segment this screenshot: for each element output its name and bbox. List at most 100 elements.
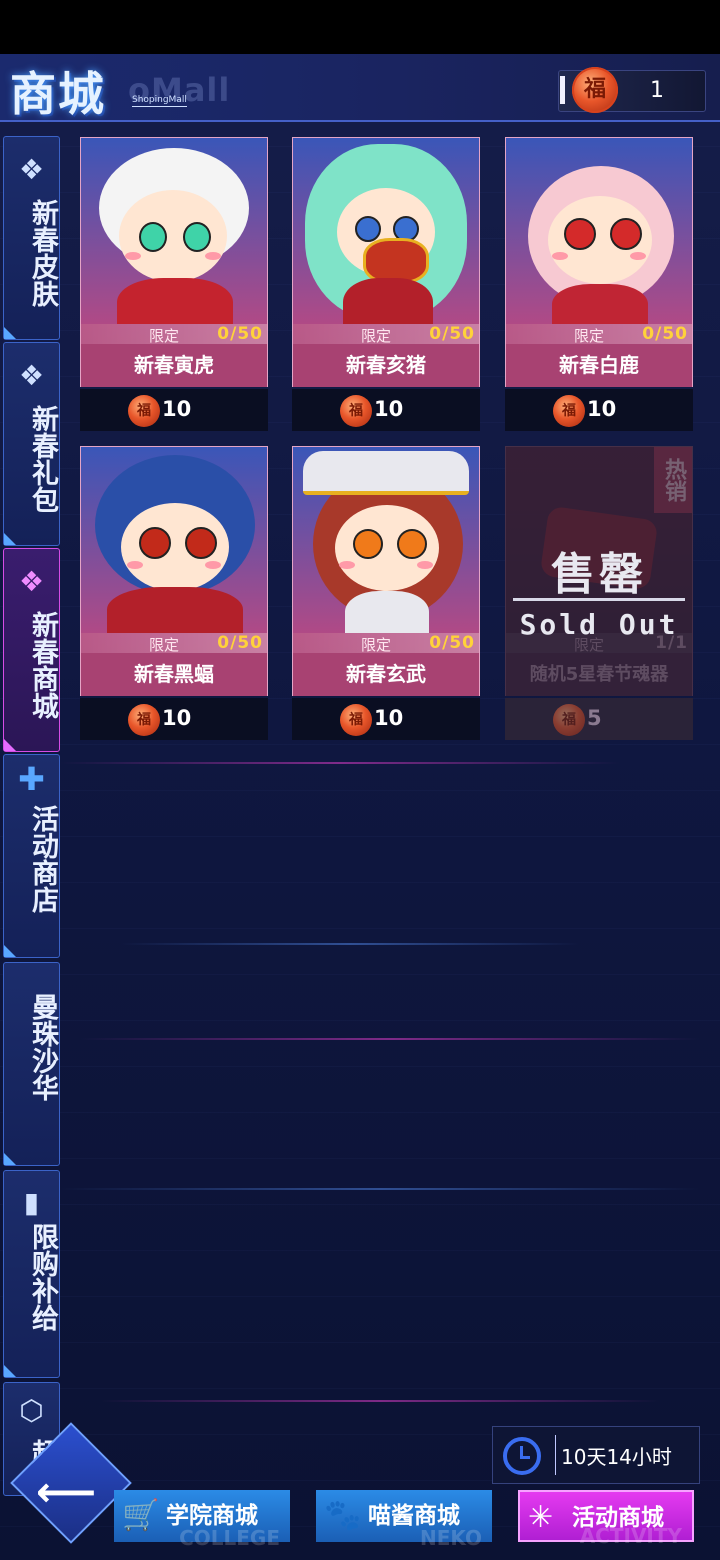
nav-label-en: ACTIVITY	[579, 1524, 682, 1548]
shop-item-card[interactable]: 限定 0/50 新春亥猪 10	[292, 137, 480, 431]
limit-bar: 限定 0/50	[506, 324, 692, 345]
bg-streak	[120, 943, 580, 945]
activity-icon: ✳	[528, 1500, 554, 1535]
character-portrait	[293, 447, 479, 633]
timer-text: 10天14小时	[561, 1445, 672, 1469]
sold-out-label-en: Sold Out	[519, 608, 679, 641]
limit-count: 0/50	[429, 324, 475, 344]
limit-bar: 限定 0/50	[293, 324, 479, 345]
plus-icon: ✚	[18, 760, 45, 798]
chinese-knot-icon: ❖	[18, 359, 45, 392]
character-portrait	[81, 138, 267, 324]
price-value: 5	[587, 706, 602, 730]
currency-bar	[560, 76, 565, 104]
limit-label: 限定	[149, 636, 180, 654]
currency-amount: 1	[650, 78, 664, 103]
tab-label: 新春皮肤	[27, 199, 58, 307]
item-name: 新春亥猪	[293, 344, 479, 387]
timer-divider	[555, 1435, 556, 1475]
sold-out-label: 售罄	[551, 549, 647, 600]
helmet	[303, 451, 469, 495]
character-portrait	[506, 138, 692, 324]
price-tag: 10	[505, 389, 693, 431]
page-title: 商城	[10, 67, 106, 121]
fu-coin-icon	[128, 395, 160, 427]
cart-icon: 🛒	[122, 1498, 160, 1533]
item-name: 新春寅虎	[81, 344, 267, 387]
fu-coin-icon	[553, 395, 585, 427]
limit-bar: 限定 0/50	[81, 324, 267, 345]
tab-label: 新春礼包	[27, 405, 58, 513]
shop-item-card[interactable]: 限定 0/50 新春白鹿 10	[505, 137, 693, 431]
paw-icon: 🐾	[324, 1498, 362, 1533]
character-portrait	[293, 138, 479, 324]
limit-count: 0/50	[217, 633, 263, 653]
shop-item-card[interactable]: 限定 0/50 新春玄武 10	[292, 446, 480, 740]
price-tag: 10	[80, 389, 268, 431]
price-tag: 5	[505, 698, 693, 740]
bg-streak	[60, 762, 620, 764]
fu-coin-icon	[553, 704, 585, 736]
price-tag: 10	[292, 698, 480, 740]
tab-label: 活动商店	[27, 805, 58, 913]
bg-streak	[60, 1188, 700, 1190]
tab-limited-supply[interactable]: ▮ 限购补给	[3, 1170, 60, 1378]
limit-count: 0/50	[217, 324, 263, 344]
price-tag: 10	[292, 389, 480, 431]
price-tag: 10	[80, 698, 268, 740]
price-value: 10	[374, 397, 404, 421]
tab-manjusaka[interactable]: 曼珠沙华	[3, 962, 60, 1166]
item-name: 新春玄武	[293, 653, 479, 696]
limit-label: 限定	[149, 327, 180, 345]
tab-corner	[4, 945, 16, 957]
tab-corner	[4, 1153, 16, 1165]
fu-coin-icon	[128, 704, 160, 736]
limit-label: 限定	[361, 327, 392, 345]
fu-coin-icon	[340, 704, 372, 736]
fu-coin-icon	[340, 395, 372, 427]
nav-college-shop[interactable]: 🛒 学院商城 COLLEGE	[114, 1490, 290, 1548]
tab-label: 限购补给	[27, 1223, 58, 1331]
tab-new-year-skins[interactable]: ❖ 新春皮肤	[3, 136, 60, 340]
chinese-knot-icon: ❖	[18, 153, 45, 186]
tab-label: 新春商城	[27, 611, 58, 719]
bg-streak	[100, 1400, 660, 1402]
sold-out-divider	[513, 598, 685, 601]
battery-icon: ▮	[23, 1186, 40, 1219]
nav-activity-shop[interactable]: ✳ 活动商城 ACTIVITY	[518, 1490, 694, 1546]
arrow-left-icon: ⟵	[36, 1467, 97, 1516]
nav-label-en: COLLEGE	[179, 1526, 280, 1550]
clock-icon	[503, 1437, 541, 1475]
chinese-knot-icon: ❖	[18, 565, 45, 598]
nav-label-en: NEKO	[419, 1526, 482, 1550]
tab-new-year-gift[interactable]: ❖ 新春礼包	[3, 342, 60, 546]
bg-streak	[80, 1038, 700, 1040]
nav-neko-shop[interactable]: 🐾 喵酱商城 NEKO	[316, 1490, 492, 1548]
page-subtitle: ShopingMall	[132, 95, 187, 107]
status-bar	[0, 0, 720, 54]
item-name: 新春黑蝠	[81, 653, 267, 696]
tab-corner	[4, 739, 16, 751]
limit-count: 0/50	[429, 633, 475, 653]
shop-item-card-sold-out[interactable]: 热销 限定 1/1 随机5星春节魂器 售罄 Sold Out 5	[505, 446, 693, 740]
item-name: 新春白鹿	[506, 344, 692, 387]
tab-event-shop[interactable]: ✚ 活动商店	[3, 754, 60, 958]
limit-bar: 限定 0/50	[81, 633, 267, 654]
shop-item-card[interactable]: 限定 0/50 新春黑蝠 10	[80, 446, 268, 740]
tab-new-year-mall[interactable]: ❖ 新春商城	[3, 548, 60, 752]
character-portrait	[81, 447, 267, 633]
event-timer: 10天14小时	[492, 1426, 700, 1484]
shop-item-card[interactable]: 限定 0/50 新春寅虎 10	[80, 137, 268, 431]
fu-coin-icon	[572, 67, 618, 113]
limit-count: 0/50	[642, 324, 688, 344]
limit-bar: 限定 0/50	[293, 633, 479, 654]
price-value: 10	[587, 397, 617, 421]
tab-corner	[4, 327, 16, 339]
tab-label: 曼珠沙华	[27, 993, 58, 1101]
cube-icon: ⬡	[19, 1394, 44, 1427]
tab-corner	[4, 533, 16, 545]
limit-label: 限定	[361, 636, 392, 654]
price-value: 10	[374, 706, 404, 730]
price-value: 10	[162, 706, 192, 730]
limit-label: 限定	[574, 327, 605, 345]
